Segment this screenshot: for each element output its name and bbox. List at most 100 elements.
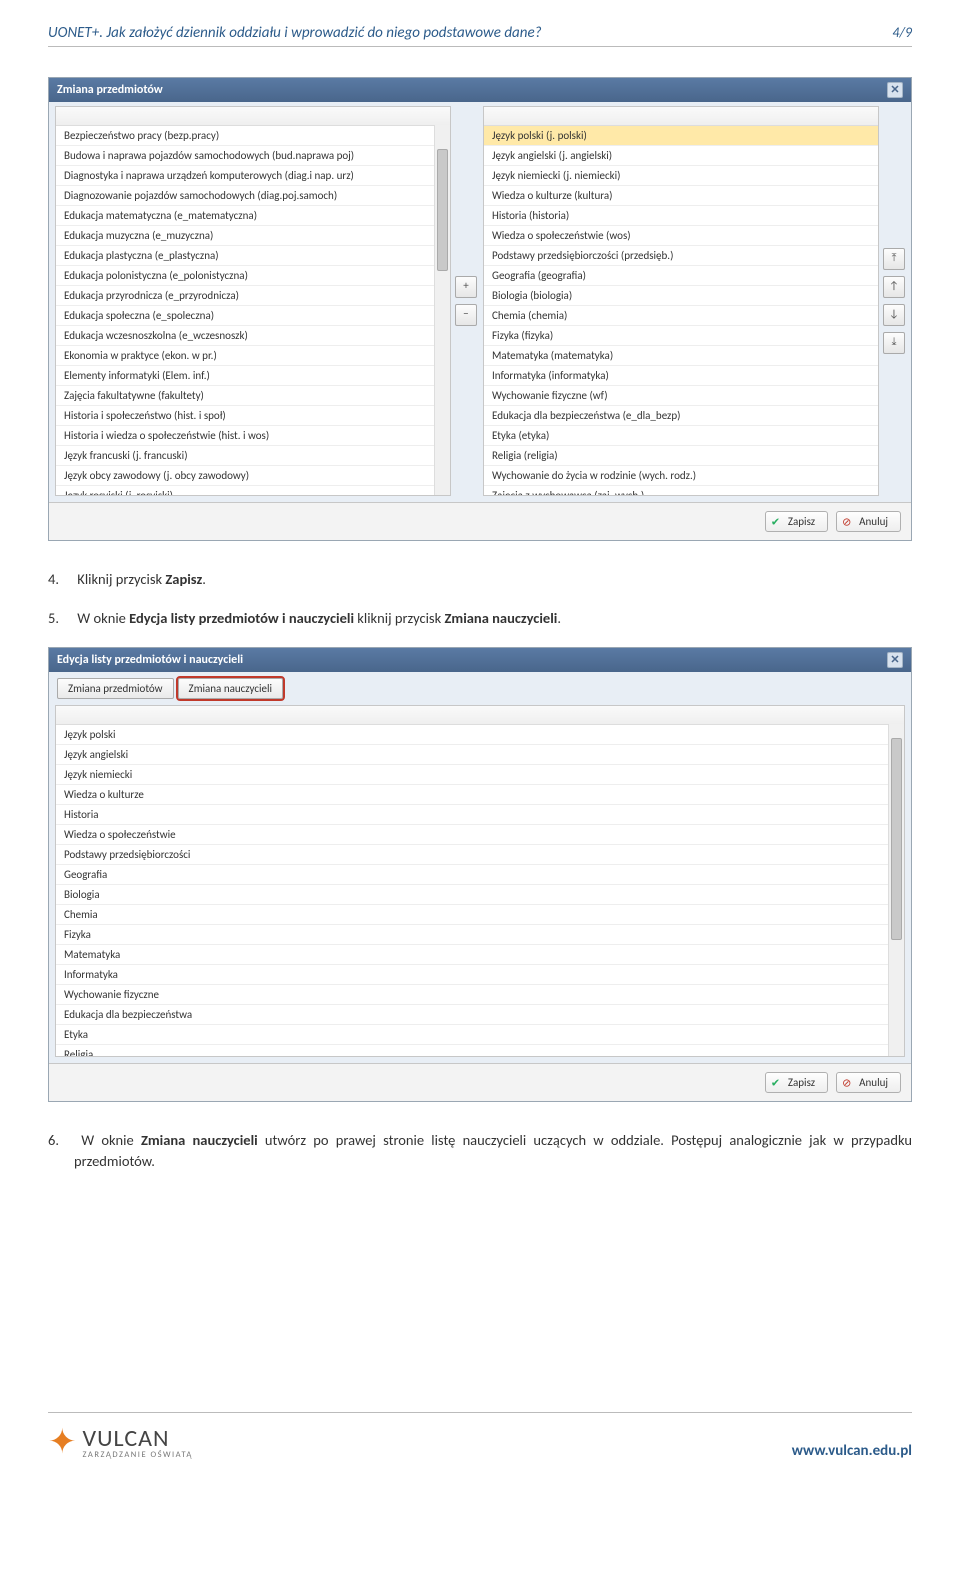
list-item[interactable]: Historia i wiedza o społeczeństwie (hist… — [56, 426, 450, 446]
list-item[interactable]: Podstawy przedsiębiorczości (przedsięb.) — [484, 246, 878, 266]
list-item[interactable]: Wiedza o kulturze — [56, 785, 888, 805]
dialog-titlebar: Zmiana przedmiotów ✕ — [49, 78, 911, 102]
right-list[interactable]: Język polski (j. polski)Język angielski … — [483, 106, 879, 496]
list-item[interactable]: Język polski (j. polski) — [484, 126, 878, 146]
tab-zmiana-przedmiotow[interactable]: Zmiana przedmiotów — [57, 678, 174, 699]
page-header: UONET+. Jak założyć dziennik oddziału i … — [48, 24, 912, 47]
dialog-edycja-listy: Edycja listy przedmiotów i nauczycieli ✕… — [48, 647, 912, 1102]
list-item[interactable]: Informatyka (informatyka) — [484, 366, 878, 386]
cancel-button[interactable]: ⊘ Anuluj — [836, 511, 901, 532]
list-item[interactable]: Język niemiecki (j. niemiecki) — [484, 166, 878, 186]
list-item[interactable]: Informatyka — [56, 965, 888, 985]
list-item[interactable]: Chemia — [56, 905, 888, 925]
list-item[interactable]: Język francuski (j. francuski) — [56, 446, 450, 466]
list-item[interactable]: Język angielski — [56, 745, 888, 765]
move-bottom-button[interactable]: ⤓ — [883, 332, 905, 354]
list-item[interactable]: Wychowanie fizyczne (wf) — [484, 386, 878, 406]
dialog-footer: ✔ Zapisz ⊘ Anuluj — [49, 502, 911, 540]
list-item[interactable]: Wychowanie fizyczne — [56, 985, 888, 1005]
list-item[interactable]: Edukacja matematyczna (e_matematyczna) — [56, 206, 450, 226]
order-buttons: ⤒ ↑ ↓ ⤓ — [883, 106, 905, 496]
list-item[interactable]: Wiedza o kulturze (kultura) — [484, 186, 878, 206]
remove-button[interactable]: − — [455, 304, 477, 326]
cancel-label: Anuluj — [859, 1076, 888, 1089]
list-item[interactable]: Religia (religia) — [484, 446, 878, 466]
instruction-step-5: 5. W oknie Edycja listy przedmiotów i na… — [74, 608, 912, 629]
list-item[interactable]: Edukacja przyrodnicza (e_przyrodnicza) — [56, 286, 450, 306]
save-button[interactable]: ✔ Zapisz — [765, 1072, 828, 1093]
vulcan-logo: ✦ VULCAN ZARZĄDZANIE OŚWIATĄ — [48, 1427, 193, 1460]
list-item[interactable]: Chemia (chemia) — [484, 306, 878, 326]
cancel-icon: ⊘ — [842, 1076, 851, 1089]
list-item[interactable]: Historia (historia) — [484, 206, 878, 226]
move-top-button[interactable]: ⤒ — [883, 248, 905, 270]
list-item[interactable]: Ekonomia w praktyce (ekon. w pr.) — [56, 346, 450, 366]
list-item[interactable]: Edukacja społeczna (e_spoleczna) — [56, 306, 450, 326]
add-button[interactable]: + — [455, 276, 477, 298]
dialog-title: Edycja listy przedmiotów i nauczycieli — [57, 653, 243, 667]
save-label: Zapisz — [788, 1076, 815, 1089]
move-buttons: + − — [455, 106, 479, 496]
dialog-zmiana-przedmiotow: Zmiana przedmiotów ✕ Bezpieczeństwo prac… — [48, 77, 912, 541]
dialog-title: Zmiana przedmiotów — [57, 83, 163, 97]
check-icon: ✔ — [771, 1076, 780, 1089]
list-item[interactable]: Język obcy zawodowy (j. obcy zawodowy) — [56, 466, 450, 486]
save-button[interactable]: ✔ Zapisz — [765, 511, 828, 532]
list-item[interactable]: Etyka — [56, 1025, 888, 1045]
left-list[interactable]: Bezpieczeństwo pracy (bezp.pracy)Budowa … — [55, 106, 451, 496]
list-item[interactable]: Język polski — [56, 725, 888, 745]
list-item[interactable]: Biologia — [56, 885, 888, 905]
close-icon[interactable]: ✕ — [887, 652, 903, 668]
list-item[interactable]: Etyka (etyka) — [484, 426, 878, 446]
scrollbar[interactable] — [888, 724, 904, 1056]
move-down-button[interactable]: ↓ — [883, 304, 905, 326]
cancel-icon: ⊘ — [842, 515, 851, 528]
list-item[interactable]: Edukacja dla bezpieczeństwa (e_dla_bezp) — [484, 406, 878, 426]
list-item[interactable]: Podstawy przedsiębiorczości — [56, 845, 888, 865]
list-item[interactable]: Bezpieczeństwo pracy (bezp.pracy) — [56, 126, 450, 146]
list-item[interactable]: Wychowanie do życia w rodzinie (wych. ro… — [484, 466, 878, 486]
list-item[interactable]: Biologia (biologia) — [484, 286, 878, 306]
list-item[interactable]: Edukacja polonistyczna (e_polonistyczna) — [56, 266, 450, 286]
list-item[interactable]: Fizyka — [56, 925, 888, 945]
list-item[interactable]: Matematyka (matematyka) — [484, 346, 878, 366]
list-item[interactable]: Religia — [56, 1045, 888, 1057]
list-item[interactable]: Elementy informatyki (Elem. inf.) — [56, 366, 450, 386]
cancel-label: Anuluj — [859, 515, 888, 528]
list-item[interactable]: Wiedza o społeczeństwie (wos) — [484, 226, 878, 246]
cancel-button[interactable]: ⊘ Anuluj — [836, 1072, 901, 1093]
list-item[interactable]: Budowa i naprawa pojazdów samochodowych … — [56, 146, 450, 166]
list-item[interactable]: Matematyka — [56, 945, 888, 965]
list-item[interactable]: Zajęcia fakultatywne (fakultety) — [56, 386, 450, 406]
tab-zmiana-nauczycieli[interactable]: Zmiana nauczycieli — [178, 678, 284, 699]
list-item[interactable]: Diagnozowanie pojazdów samochodowych (di… — [56, 186, 450, 206]
subject-list[interactable]: Język polskiJęzyk angielskiJęzyk niemiec… — [55, 705, 905, 1057]
list-header — [484, 107, 878, 126]
list-header — [56, 706, 904, 725]
doc-title: UONET+. Jak założyć dziennik oddziału i … — [48, 24, 542, 42]
list-item[interactable]: Edukacja muzyczna (e_muzyczna) — [56, 226, 450, 246]
list-item[interactable]: Edukacja plastyczna (e_plastyczna) — [56, 246, 450, 266]
scrollbar[interactable] — [434, 125, 450, 495]
list-item[interactable]: Fizyka (fizyka) — [484, 326, 878, 346]
list-item[interactable]: Język angielski (j. angielski) — [484, 146, 878, 166]
list-item[interactable]: Geografia (geografia) — [484, 266, 878, 286]
list-item[interactable]: Geografia — [56, 865, 888, 885]
list-item[interactable]: Wiedza o społeczeństwie — [56, 825, 888, 845]
brand-tagline: ZARZĄDZANIE OŚWIATĄ — [83, 1451, 193, 1460]
instruction-step-6: 6. W oknie Zmiana nauczycieli utwórz po … — [74, 1130, 912, 1172]
save-label: Zapisz — [788, 515, 815, 528]
list-item[interactable]: Język rosyjski (j. rosyjski) — [56, 486, 450, 496]
list-header — [56, 107, 450, 126]
list-item[interactable]: Edukacja dla bezpieczeństwa — [56, 1005, 888, 1025]
close-icon[interactable]: ✕ — [887, 82, 903, 98]
list-item[interactable]: Historia i społeczeństwo (hist. i społ) — [56, 406, 450, 426]
list-item[interactable]: Historia — [56, 805, 888, 825]
move-up-button[interactable]: ↑ — [883, 276, 905, 298]
list-item[interactable]: Język niemiecki — [56, 765, 888, 785]
check-icon: ✔ — [771, 515, 780, 528]
list-item[interactable]: Zajęcia z wychowawcą (zaj. wych.) — [484, 486, 878, 496]
list-item[interactable]: Diagnostyka i naprawa urządzeń komputero… — [56, 166, 450, 186]
list-item[interactable]: Edukacja wczesnoszkolna (e_wczesnoszk) — [56, 326, 450, 346]
site-url: www.vulcan.edu.pl — [792, 1442, 912, 1460]
